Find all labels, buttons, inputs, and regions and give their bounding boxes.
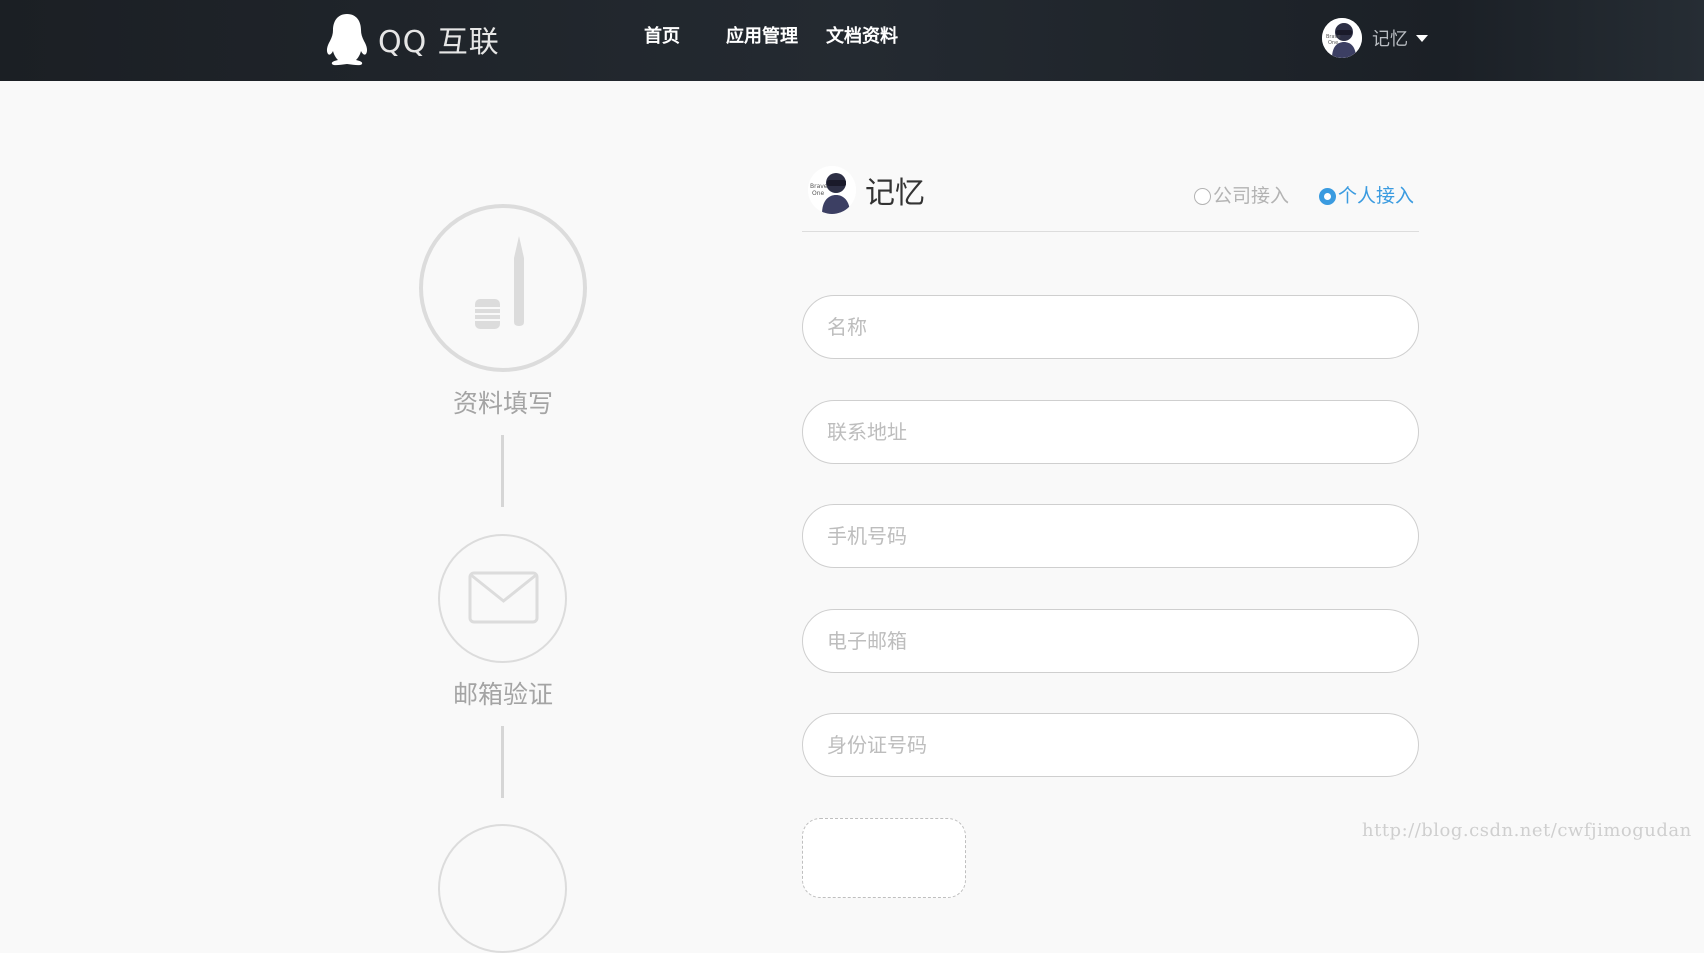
user-name: 记忆 [1372, 29, 1408, 50]
radio-checked-icon[interactable] [1319, 187, 1336, 205]
step-email-verify-label: 邮箱验证 [452, 680, 553, 709]
radio-personal-access[interactable]: 个人接入 [1319, 184, 1414, 208]
phone-input[interactable] [802, 504, 1419, 568]
nav-home[interactable]: 首页 [644, 24, 680, 50]
avatar[interactable]: Brave One [1322, 18, 1362, 58]
step-email-verify-circle [438, 534, 567, 663]
id-number-input[interactable] [802, 713, 1419, 777]
account-name: 记忆 [865, 176, 925, 211]
email-input[interactable] [802, 609, 1419, 673]
envelope-icon [468, 571, 539, 624]
qq-connect-logo[interactable]: QQ 互联 [324, 10, 500, 68]
name-input[interactable] [802, 295, 1419, 359]
step-fill-info-circle [419, 204, 587, 372]
nav-app-management[interactable]: 应用管理 [726, 24, 798, 50]
svg-text:Brave: Brave [810, 183, 828, 190]
pen-icon [475, 236, 524, 329]
upload-box[interactable] [802, 818, 966, 898]
svg-text:One: One [1328, 40, 1338, 46]
radio-company-label: 公司接入 [1213, 185, 1290, 207]
form-divider [802, 231, 1419, 232]
svg-text:One: One [812, 190, 825, 197]
avatar: Brave One [808, 166, 856, 214]
step-next-circle [438, 824, 567, 953]
user-menu[interactable]: Brave One 记忆 [1322, 18, 1428, 58]
top-navbar: QQ 互联 首页 应用管理 文档资料 Brave One 记忆 [0, 0, 1704, 81]
nav-documentation[interactable]: 文档资料 [826, 24, 898, 50]
radio-unchecked-icon[interactable] [1194, 187, 1211, 205]
step-connector [501, 726, 504, 798]
logo-text: QQ 互联 [378, 25, 500, 60]
watermark: http://blog.csdn.net/cwfjimogudan [1362, 820, 1692, 841]
radio-personal-label: 个人接入 [1338, 185, 1415, 207]
qq-penguin-icon [326, 14, 368, 66]
chevron-down-icon[interactable] [1416, 34, 1428, 42]
radio-company-access[interactable]: 公司接入 [1194, 184, 1289, 208]
step-fill-info-label: 资料填写 [452, 389, 553, 418]
step-connector [501, 435, 504, 507]
address-input[interactable] [802, 400, 1419, 464]
